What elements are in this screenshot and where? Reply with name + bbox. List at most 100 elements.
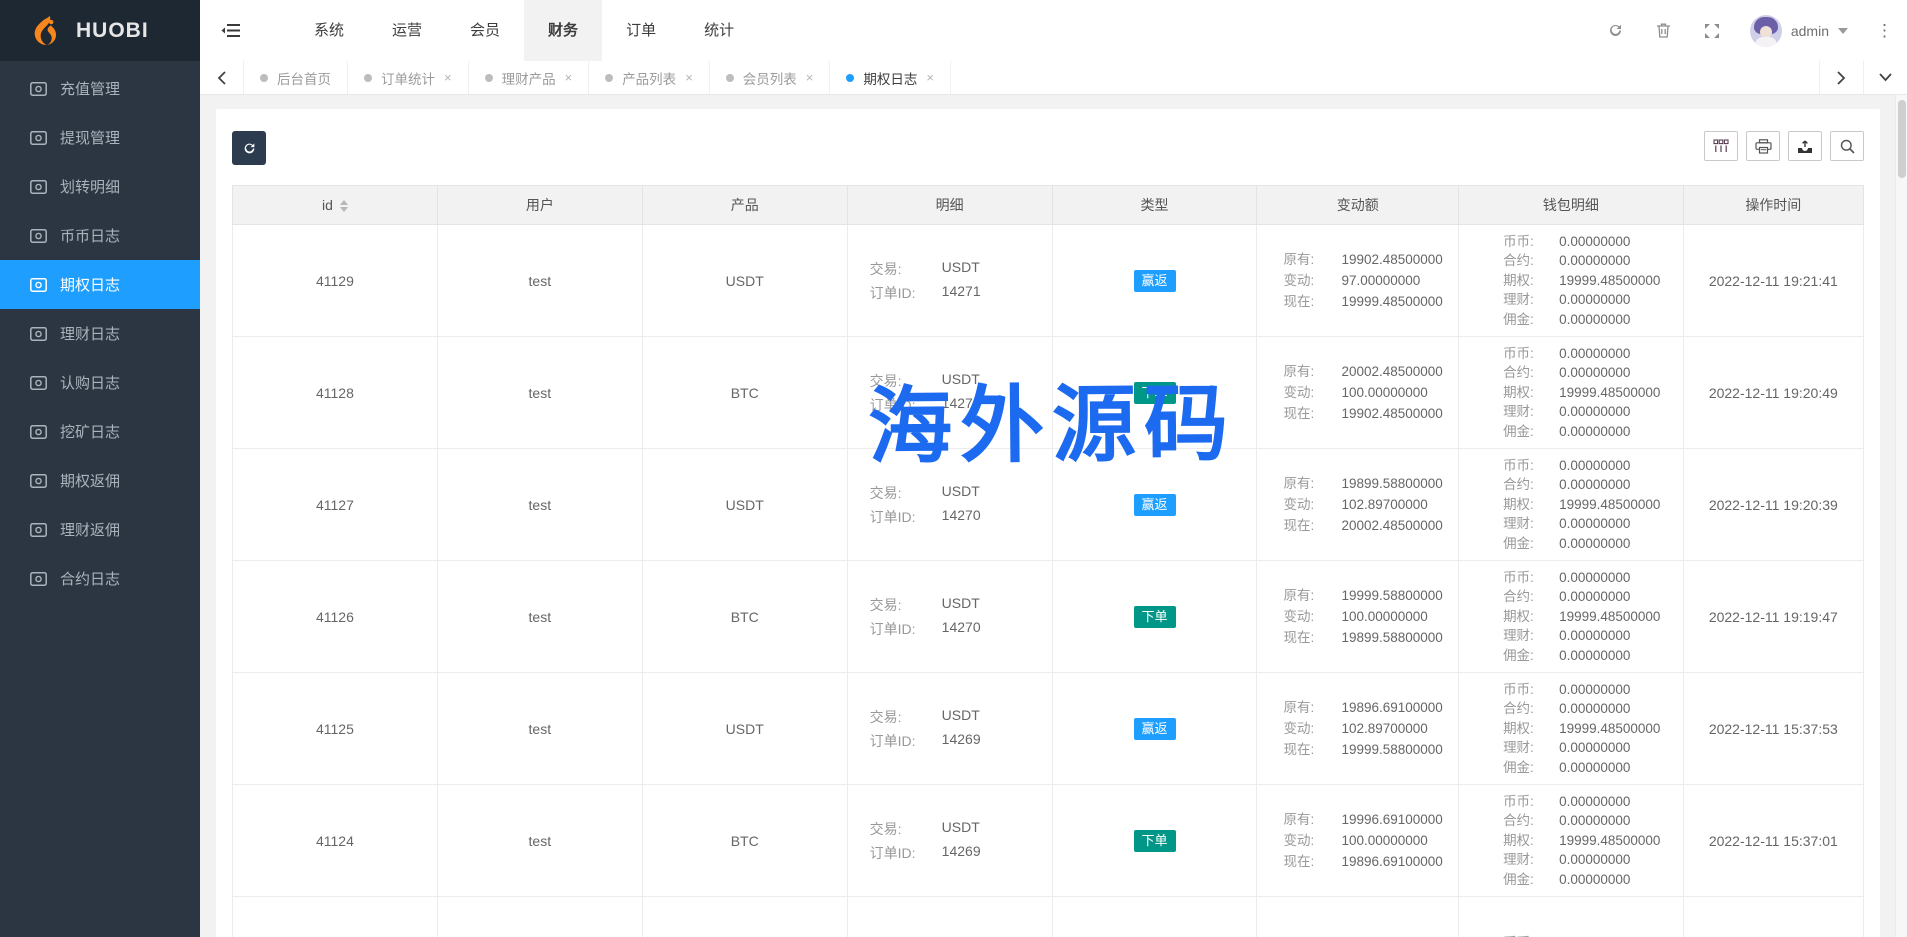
columns-icon[interactable] bbox=[1704, 131, 1738, 161]
tab-3[interactable]: 产品列表 × bbox=[589, 61, 710, 94]
nav-item-5[interactable]: 统计 bbox=[680, 0, 758, 61]
tab-close-icon[interactable]: × bbox=[806, 70, 814, 85]
tab-close-icon[interactable]: × bbox=[685, 70, 693, 85]
sidebar-item-3[interactable]: 币币日志 bbox=[0, 211, 200, 260]
table-row-6[interactable]: 原有:19899.69100000 币币:0.00000000合约:0.0000… bbox=[233, 897, 1864, 937]
sidebar-item-1[interactable]: 提现管理 bbox=[0, 113, 200, 162]
cell-time: 2022-12-11 19:20:39 bbox=[1683, 449, 1863, 561]
tabs-dropdown-button[interactable] bbox=[1863, 61, 1907, 94]
cell-amount: 原有:19999.58800000变动:100.00000000现在:19899… bbox=[1257, 561, 1459, 673]
cell-amount: 原有:19902.48500000变动:97.00000000现在:19999.… bbox=[1257, 225, 1459, 337]
tabs-scroll-left-button[interactable] bbox=[200, 61, 244, 94]
cell-detail: 交易:USDT订单ID:14271 bbox=[847, 337, 1052, 449]
table-refresh-button[interactable] bbox=[232, 131, 266, 165]
cell-product: USDT bbox=[642, 673, 847, 785]
sidebar-item-5[interactable]: 理财日志 bbox=[0, 309, 200, 358]
user-menu[interactable]: admin bbox=[1750, 15, 1848, 47]
cell-user: test bbox=[437, 561, 642, 673]
tab-close-icon[interactable]: × bbox=[926, 70, 934, 85]
table-row-5[interactable]: 41124 test BTC 交易:USDT订单ID:14269 下单 原有:1… bbox=[233, 785, 1864, 897]
cell-user: test bbox=[437, 673, 642, 785]
fullscreen-icon[interactable] bbox=[1702, 21, 1722, 41]
cell-type: 下单 bbox=[1052, 337, 1257, 449]
table-row-2[interactable]: 41127 test USDT 交易:USDT订单ID:14270 赢返 原有:… bbox=[233, 449, 1864, 561]
type-badge: 赢返 bbox=[1134, 718, 1176, 740]
type-badge: 下单 bbox=[1134, 606, 1176, 628]
nav-item-2[interactable]: 会员 bbox=[446, 0, 524, 61]
table-toolbar bbox=[1704, 131, 1864, 161]
cell-product bbox=[642, 897, 847, 937]
sidebar-item-4[interactable]: 期权日志 bbox=[0, 260, 200, 309]
money-icon bbox=[30, 376, 47, 390]
sidebar-item-label: 期权返佣 bbox=[60, 470, 120, 491]
money-icon bbox=[30, 180, 47, 194]
cell-type: 赢返 bbox=[1052, 449, 1257, 561]
table-row-1[interactable]: 41128 test BTC 交易:USDT订单ID:14271 下单 原有:2… bbox=[233, 337, 1864, 449]
tab-label: 产品列表 bbox=[622, 68, 676, 88]
sidebar: HUOBI 充值管理 提现管理 划转明细 币币日志 bbox=[0, 0, 200, 937]
tab-close-icon[interactable]: × bbox=[565, 70, 573, 85]
cell-amount: 原有:19996.69100000变动:100.00000000现在:19896… bbox=[1257, 785, 1459, 897]
tab-5[interactable]: 期权日志 × bbox=[830, 61, 951, 94]
sort-icon[interactable] bbox=[340, 200, 348, 212]
cell-wallet: 币币:0.00000000合约:0.00000000期权:19999.48500… bbox=[1459, 785, 1684, 897]
cell-id: 41126 bbox=[233, 561, 438, 673]
cell-amount: 原有:20002.48500000变动:100.00000000现在:19902… bbox=[1257, 337, 1459, 449]
cell-time: 2022-12-11 15:37:53 bbox=[1683, 673, 1863, 785]
cell-time: 2022-12-11 19:21:41 bbox=[1683, 225, 1863, 337]
tab-close-icon[interactable]: × bbox=[444, 70, 452, 85]
sidebar-item-6[interactable]: 认购日志 bbox=[0, 358, 200, 407]
print-icon[interactable] bbox=[1746, 131, 1780, 161]
sidebar-item-10[interactable]: 合约日志 bbox=[0, 554, 200, 603]
sidebar-item-9[interactable]: 理财返佣 bbox=[0, 505, 200, 554]
refresh-icon[interactable] bbox=[1606, 21, 1626, 41]
cell-id: 41127 bbox=[233, 449, 438, 561]
nav-item-4[interactable]: 订单 bbox=[602, 0, 680, 61]
cell-time: 2022-12-11 15:37:01 bbox=[1683, 785, 1863, 897]
sidebar-item-2[interactable]: 划转明细 bbox=[0, 162, 200, 211]
sidebar-item-label: 认购日志 bbox=[60, 372, 120, 393]
cell-amount: 原有:19899.58800000变动:102.89700000现在:20002… bbox=[1257, 449, 1459, 561]
table-row-0[interactable]: 41129 test USDT 交易:USDT订单ID:14271 赢返 原有:… bbox=[233, 225, 1864, 337]
trash-icon[interactable] bbox=[1654, 21, 1674, 41]
sidebar-item-label: 期权日志 bbox=[60, 274, 120, 295]
cell-detail bbox=[847, 897, 1052, 937]
sidebar-item-label: 充值管理 bbox=[60, 78, 120, 99]
search-icon[interactable] bbox=[1830, 131, 1864, 161]
content-area: id用户产品明细类型变动额钱包明细操作时间 41129 test USDT 交易… bbox=[200, 95, 1895, 937]
tabs-scroll-right-button[interactable] bbox=[1819, 61, 1863, 94]
sidebar-item-0[interactable]: 充值管理 bbox=[0, 64, 200, 113]
vertical-scrollbar[interactable] bbox=[1895, 95, 1907, 937]
cell-wallet: 币币:0.00000000合约:0.00000000期权:19999.48500… bbox=[1459, 337, 1684, 449]
more-dots-icon[interactable]: ⋮ bbox=[1876, 24, 1893, 38]
column-header-0[interactable]: id bbox=[233, 186, 438, 225]
collapse-sidebar-icon[interactable] bbox=[200, 0, 260, 61]
money-icon bbox=[30, 278, 47, 292]
brand-logo: HUOBI bbox=[0, 0, 200, 61]
table-card: id用户产品明细类型变动额钱包明细操作时间 41129 test USDT 交易… bbox=[216, 109, 1880, 937]
column-header-6: 钱包明细 bbox=[1459, 186, 1684, 225]
tab-label: 会员列表 bbox=[743, 68, 797, 88]
nav-item-1[interactable]: 运营 bbox=[368, 0, 446, 61]
top-header: 系统运营会员财务订单统计 admin ⋮ bbox=[200, 0, 1907, 61]
tab-status-dot bbox=[846, 74, 854, 82]
sidebar-item-8[interactable]: 期权返佣 bbox=[0, 456, 200, 505]
cell-detail: 交易:USDT订单ID:14270 bbox=[847, 561, 1052, 673]
tab-0[interactable]: 后台首页 bbox=[244, 61, 348, 94]
sidebar-item-7[interactable]: 挖矿日志 bbox=[0, 407, 200, 456]
scrollbar-thumb[interactable] bbox=[1898, 100, 1906, 178]
cell-time: 2022-12-11 19:19:47 bbox=[1683, 561, 1863, 673]
tab-label: 订单统计 bbox=[381, 68, 435, 88]
nav-item-3[interactable]: 财务 bbox=[524, 0, 602, 61]
cell-detail: 交易:USDT订单ID:14269 bbox=[847, 673, 1052, 785]
options-log-table: id用户产品明细类型变动额钱包明细操作时间 41129 test USDT 交易… bbox=[232, 185, 1864, 937]
tab-4[interactable]: 会员列表 × bbox=[710, 61, 831, 94]
tab-1[interactable]: 订单统计 × bbox=[348, 61, 469, 94]
table-row-3[interactable]: 41126 test BTC 交易:USDT订单ID:14270 下单 原有:1… bbox=[233, 561, 1864, 673]
tab-2[interactable]: 理财产品 × bbox=[469, 61, 590, 94]
avatar bbox=[1750, 15, 1782, 47]
export-icon[interactable] bbox=[1788, 131, 1822, 161]
cell-user: test bbox=[437, 785, 642, 897]
nav-item-0[interactable]: 系统 bbox=[290, 0, 368, 61]
table-row-4[interactable]: 41125 test USDT 交易:USDT订单ID:14269 赢返 原有:… bbox=[233, 673, 1864, 785]
